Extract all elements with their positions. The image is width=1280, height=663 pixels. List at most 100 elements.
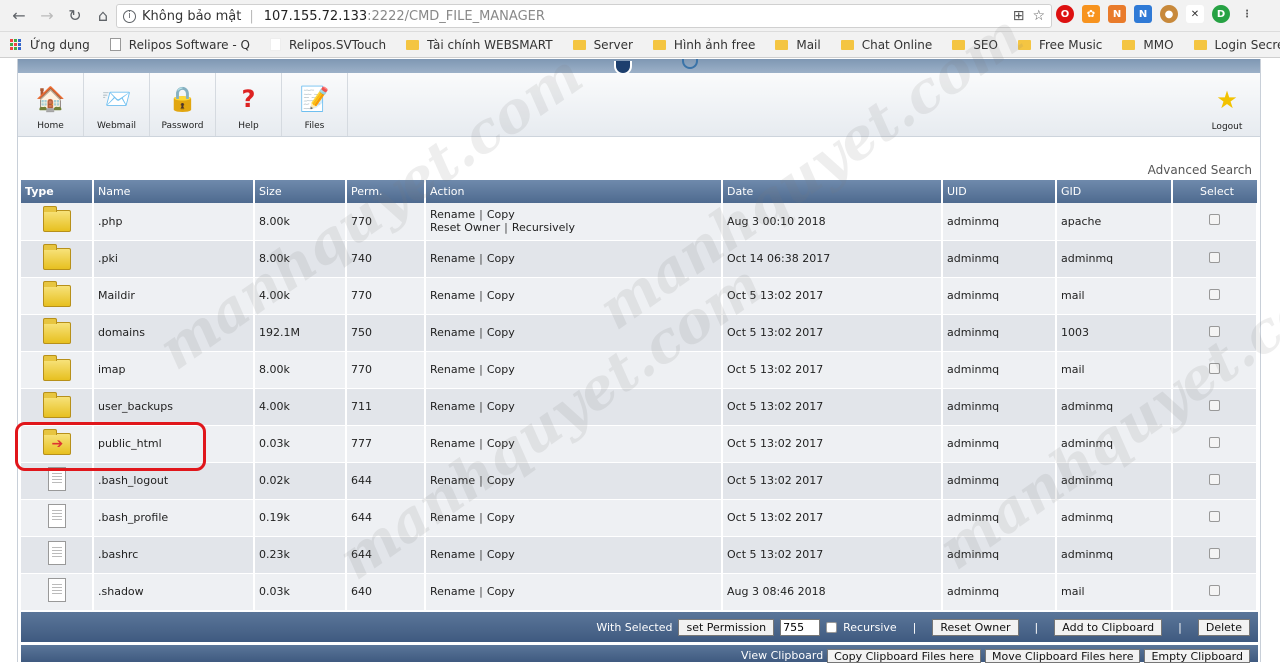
tools-extension-icon[interactable]: ✕ — [1186, 5, 1204, 23]
name-cell[interactable]: .php — [93, 203, 255, 241]
name-cell[interactable]: .bash_profile — [93, 499, 255, 537]
bookmark-folder[interactable]: Free Music — [1017, 38, 1102, 52]
copy-link[interactable]: Copy — [487, 252, 515, 265]
add-to-clipboard-button[interactable]: Add to Clipboard — [1054, 618, 1163, 636]
perm-cell[interactable]: 644 — [346, 499, 426, 537]
select-checkbox[interactable] — [1209, 436, 1220, 448]
perm-cell[interactable]: 740 — [346, 240, 426, 278]
name-cell[interactable]: .pki — [93, 240, 255, 278]
advanced-search-link[interactable]: Advanced Search — [1148, 163, 1252, 177]
recursively-link[interactable]: Recursively — [512, 221, 575, 234]
rename-link[interactable]: Rename — [430, 474, 475, 487]
perm-cell[interactable]: 770 — [346, 277, 426, 315]
set-permission-button[interactable]: set Permission — [678, 618, 775, 636]
copy-link[interactable]: Copy — [487, 474, 515, 487]
file-icon[interactable] — [47, 578, 66, 602]
copy-link[interactable]: Copy — [487, 289, 515, 302]
type-cell[interactable] — [21, 573, 94, 611]
back-icon[interactable]: ← — [6, 3, 32, 29]
folder-icon[interactable] — [42, 243, 71, 270]
name-cell[interactable]: domains — [93, 314, 255, 352]
type-cell[interactable] — [21, 536, 94, 574]
type-cell[interactable] — [21, 388, 94, 426]
rename-link[interactable]: Rename — [430, 208, 475, 221]
reset-owner-link[interactable]: Reset Owner — [430, 221, 500, 234]
name-cell[interactable]: user_backups — [93, 388, 255, 426]
select-checkbox[interactable] — [1209, 325, 1220, 337]
permission-input[interactable] — [780, 618, 821, 636]
perm-cell[interactable]: 750 — [346, 314, 426, 352]
bookmark-item[interactable]: Relipos.SVTouch — [269, 38, 386, 52]
bookmark-folder[interactable]: SEO — [952, 38, 998, 52]
rename-link[interactable]: Rename — [430, 252, 475, 265]
rename-link[interactable]: Rename — [430, 511, 475, 524]
bookmark-folder[interactable]: Tài chính WEBSMART — [406, 38, 553, 52]
col-size[interactable]: Size — [254, 180, 347, 203]
name-cell[interactable]: Maildir — [93, 277, 255, 315]
copy-link[interactable]: Copy — [487, 326, 515, 339]
rename-link[interactable]: Rename — [430, 400, 475, 413]
bookmark-star-icon[interactable]: ☆ — [1032, 8, 1045, 24]
perm-cell[interactable]: 777 — [346, 425, 426, 463]
rename-link[interactable]: Rename — [430, 363, 475, 376]
bookmark-apps[interactable]: Ứng dụng — [10, 38, 90, 52]
folder-icon[interactable] — [42, 280, 71, 307]
opera-extension-icon[interactable]: O — [1056, 5, 1074, 23]
rename-link[interactable]: Rename — [430, 548, 475, 561]
perm-cell[interactable]: 770 — [346, 351, 426, 389]
recursive-checkbox[interactable] — [826, 621, 838, 633]
type-cell[interactable] — [21, 240, 94, 278]
files-button[interactable]: 📝 Files — [282, 73, 348, 136]
copy-link[interactable]: Copy — [487, 585, 515, 598]
copy-link[interactable]: Copy — [487, 363, 515, 376]
name-cell[interactable]: imap — [93, 351, 255, 389]
copy-link[interactable]: Copy — [487, 208, 515, 221]
perm-cell[interactable]: 770 — [346, 203, 426, 241]
select-checkbox[interactable] — [1209, 251, 1220, 263]
info-icon[interactable]: i — [123, 9, 136, 23]
home-nav-icon[interactable]: ⌂ — [90, 3, 116, 29]
view-clipboard-link[interactable]: View Clipboard — [741, 649, 823, 662]
webmail-button[interactable]: 📨 Webmail — [84, 73, 150, 136]
password-button[interactable]: 🔒 Password — [150, 73, 216, 136]
col-type[interactable]: Type — [21, 180, 94, 203]
new-blue-extension-icon[interactable]: N — [1134, 5, 1152, 23]
forward-icon[interactable]: → — [34, 3, 60, 29]
bookmark-folder[interactable]: MMO — [1122, 38, 1174, 52]
empty-clipboard-button[interactable]: Empty Clipboard — [1144, 649, 1250, 663]
translate-icon[interactable]: ⊞ — [1013, 8, 1025, 24]
col-name[interactable]: Name — [93, 180, 255, 203]
type-cell[interactable] — [21, 203, 94, 241]
col-date[interactable]: Date — [722, 180, 943, 203]
select-checkbox[interactable] — [1209, 214, 1220, 226]
folder-icon[interactable] — [42, 206, 71, 233]
fruit-extension-icon[interactable]: ✿ — [1082, 5, 1100, 23]
folder-icon[interactable] — [42, 391, 71, 418]
name-cell[interactable]: .shadow — [93, 573, 255, 611]
logout-button[interactable]: ★ Logout — [1194, 73, 1260, 137]
col-uid[interactable]: UID — [942, 180, 1057, 203]
type-cell[interactable] — [21, 277, 94, 315]
copy-clipboard-button[interactable]: Copy Clipboard Files here — [827, 649, 982, 663]
address-bar[interactable]: i Không bảo mật | 107.155.72.133:2222/CM… — [116, 4, 1052, 28]
copy-link[interactable]: Copy — [487, 548, 515, 561]
col-select[interactable]: Select — [1172, 180, 1257, 203]
file-icon[interactable] — [47, 504, 66, 528]
select-checkbox[interactable] — [1209, 473, 1220, 485]
perm-cell[interactable]: 711 — [346, 388, 426, 426]
profile-extension-icon[interactable]: D — [1212, 5, 1230, 23]
select-checkbox[interactable] — [1209, 510, 1220, 522]
select-checkbox[interactable] — [1209, 288, 1220, 300]
perm-cell[interactable]: 640 — [346, 573, 426, 611]
type-cell[interactable] — [21, 351, 94, 389]
bookmark-folder[interactable]: Server — [572, 38, 633, 52]
select-checkbox[interactable] — [1209, 547, 1220, 559]
col-gid[interactable]: GID — [1056, 180, 1173, 203]
copy-link[interactable]: Copy — [487, 400, 515, 413]
select-checkbox[interactable] — [1209, 584, 1220, 596]
perm-cell[interactable]: 644 — [346, 462, 426, 500]
file-icon[interactable] — [47, 541, 66, 565]
cookie-extension-icon[interactable]: ● — [1160, 5, 1178, 23]
bookmark-folder[interactable]: Hình ảnh free — [652, 38, 755, 52]
delete-button[interactable]: Delete — [1197, 618, 1250, 636]
